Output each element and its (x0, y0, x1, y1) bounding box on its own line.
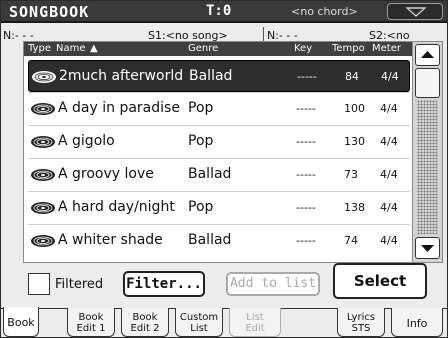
tab-label-line1: Lyrics (346, 312, 376, 323)
tab-label-line2: List (190, 323, 208, 334)
disc-icon (31, 235, 55, 247)
row-tempo: 138 (344, 201, 365, 214)
row-genre: Pop (188, 133, 214, 149)
triangle-down-icon (406, 7, 426, 17)
tab-label-line2: Edit (245, 323, 265, 334)
tab-label-line1: Custom (179, 312, 219, 323)
disc-icon (31, 136, 55, 148)
scroll-down-button[interactable] (415, 237, 440, 259)
songbook-list: Type Name ▲ Genre Key Tempo Meter 2much … (23, 41, 443, 263)
row-meter: 4/4 (380, 102, 398, 115)
tab-book-edit-1[interactable]: Book Edit 1 (67, 308, 115, 337)
row-tempo: 73 (344, 168, 358, 181)
scroll-thumb[interactable] (415, 68, 440, 98)
songbook-screen: SONGBOOK T:0 <no chord> N:- - - S1:<no s… (0, 0, 448, 338)
row-name: A gigolo (58, 133, 115, 149)
sort-arrow-icon: ▲ (90, 43, 98, 54)
row-tempo: 84 (345, 70, 359, 83)
row-meter: 4/4 (380, 168, 398, 181)
tab-label-line2: STS (351, 323, 371, 334)
row-genre: Pop (188, 199, 214, 215)
tab-label: Info (406, 317, 428, 330)
column-name[interactable]: Name (56, 43, 86, 54)
tab-book[interactable]: Book (3, 307, 39, 337)
row-meter: 4/4 (380, 201, 398, 214)
list-item[interactable]: A day in paradise Pop ----- 100 4/4 (28, 93, 410, 125)
row-key: ----- (296, 102, 316, 115)
list-item[interactable]: 2much afterworld Ballad ----- 84 4/4 (28, 60, 410, 92)
row-tempo: 100 (344, 102, 365, 115)
column-meter[interactable]: Meter (372, 43, 401, 54)
row-genre: Pop (188, 100, 214, 116)
list-item[interactable]: A whiter shade Ballad ----- 74 4/4 (28, 225, 410, 257)
scroll-track[interactable] (417, 100, 438, 234)
tempo-display: T:0 (206, 3, 232, 19)
filtered-label: Filtered (55, 277, 104, 292)
row-tempo: 74 (344, 234, 358, 247)
tab-label-line2: Edit 2 (130, 323, 160, 334)
column-key[interactable]: Key (294, 43, 312, 54)
disc-icon (31, 169, 55, 181)
disc-icon (32, 71, 56, 83)
row-genre: Ballad (188, 232, 232, 248)
list-rows: 2much afterworld Ballad ----- 84 4/4 A day in… (28, 60, 410, 257)
row-name: A groovy love (58, 166, 154, 182)
row-key: ----- (296, 168, 316, 181)
add-to-list-button[interactable]: Add to list (226, 272, 320, 296)
tab-label-line1: Book (78, 312, 104, 323)
column-genre[interactable]: Genre (188, 43, 218, 54)
tab-label-line2: Edit 1 (76, 323, 106, 334)
row-name: A whiter shade (58, 232, 163, 248)
scrollbar[interactable] (412, 42, 442, 262)
row-name: A day in paradise (58, 100, 180, 116)
row-name: 2much afterworld (59, 68, 184, 84)
tab-lyrics-sts[interactable]: Lyrics STS (337, 308, 385, 337)
list-header: Type Name ▲ Genre Key Tempo Meter (24, 42, 412, 56)
list-item[interactable]: A hard day/night Pop ----- 138 4/4 (28, 192, 410, 224)
page-title: SONGBOOK (9, 3, 90, 21)
tab-custom-list[interactable]: Custom List (175, 308, 223, 337)
tab-book-edit-2[interactable]: Book Edit 2 (121, 308, 169, 337)
column-tempo[interactable]: Tempo (332, 43, 365, 54)
arrow-up-icon (421, 51, 434, 58)
row-key: ----- (296, 135, 316, 148)
filter-button[interactable]: Filter... (123, 271, 205, 297)
tab-label: Book (7, 316, 35, 329)
list-item[interactable]: A groovy love Ballad ----- 73 4/4 (28, 159, 410, 191)
row-key: ----- (296, 234, 316, 247)
tab-label-line1: List (246, 312, 264, 323)
arrow-down-icon (421, 245, 434, 252)
filtered-checkbox[interactable] (28, 273, 50, 295)
divider (263, 27, 264, 41)
page-menu-button[interactable] (387, 3, 443, 20)
tab-info[interactable]: Info (391, 308, 443, 337)
row-genre: Ballad (188, 166, 232, 182)
scroll-up-button[interactable] (415, 44, 440, 66)
list-item[interactable]: A gigolo Pop ----- 130 4/4 (28, 126, 410, 158)
column-type[interactable]: Type (28, 43, 51, 54)
row-key: ----- (296, 201, 316, 214)
row-meter: 4/4 (380, 135, 398, 148)
tab-label-line1: Book (132, 312, 158, 323)
disc-icon (31, 103, 55, 115)
tab-bar: Book Book Edit 1 Book Edit 2 Custom List… (1, 307, 447, 338)
row-key: ----- (297, 70, 317, 83)
chord-display: <no chord> (291, 5, 358, 18)
row-meter: 4/4 (381, 70, 399, 83)
row-name: A hard day/night (58, 199, 175, 215)
tab-list-edit[interactable]: List Edit (229, 308, 281, 337)
row-meter: 4/4 (380, 234, 398, 247)
row-genre: Ballad (189, 68, 233, 84)
row-tempo: 130 (344, 135, 365, 148)
disc-icon (31, 202, 55, 214)
select-button[interactable]: Select (333, 263, 427, 299)
title-bar: SONGBOOK T:0 <no chord> (1, 1, 447, 23)
